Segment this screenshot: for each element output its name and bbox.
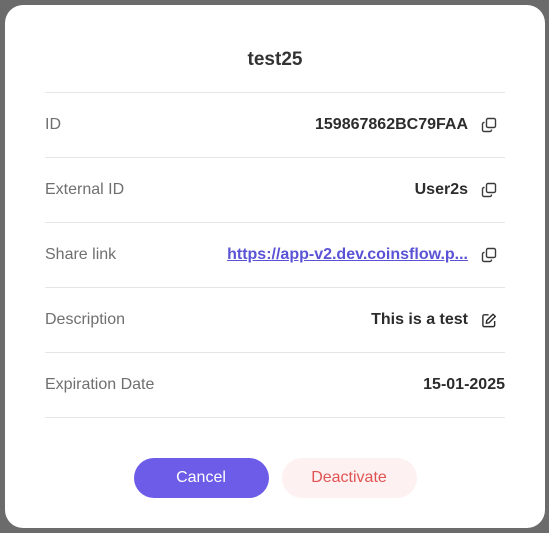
link-details-modal: test25 ID 159867862BC79FAA External ID U… <box>5 5 545 528</box>
external-id-label: External ID <box>45 181 125 198</box>
modal-actions: Cancel Deactivate <box>5 458 545 498</box>
external-id-value-wrap: User2s <box>415 181 505 199</box>
id-value-wrap: 159867862BC79FAA <box>315 116 505 134</box>
expiration-date-label: Expiration Date <box>45 376 155 393</box>
copy-icon[interactable] <box>481 247 497 263</box>
copy-icon[interactable] <box>481 182 497 198</box>
detail-row-description: Description This is a test <box>45 288 505 353</box>
detail-row-external-id: External ID User2s <box>45 158 505 223</box>
copy-icon[interactable] <box>481 117 497 133</box>
share-link-url[interactable]: https://app-v2.dev.coinsflow.p... <box>227 246 468 264</box>
details-list: ID 159867862BC79FAA External ID User2s S… <box>45 92 505 418</box>
deactivate-button[interactable]: Deactivate <box>281 458 417 498</box>
description-label: Description <box>45 311 126 328</box>
id-value: 159867862BC79FAA <box>315 116 468 133</box>
edit-icon[interactable] <box>481 312 497 328</box>
external-id-value: User2s <box>414 181 468 198</box>
modal-title: test25 <box>247 49 303 70</box>
description-value: This is a test <box>371 311 468 328</box>
detail-row-share-link: Share link https://app-v2.dev.coinsflow.… <box>45 223 505 288</box>
description-value-wrap: This is a test <box>371 311 505 329</box>
share-link-value-wrap: https://app-v2.dev.coinsflow.p... <box>227 246 505 264</box>
expiration-date-value-wrap: 15-01-2025 <box>423 376 505 394</box>
cancel-button[interactable]: Cancel <box>133 458 269 498</box>
share-link-label: Share link <box>45 246 117 263</box>
id-label: ID <box>45 116 61 133</box>
detail-row-expiration-date: Expiration Date 15-01-2025 <box>45 353 505 418</box>
expiration-date-value: 15-01-2025 <box>423 376 505 393</box>
detail-row-id: ID 159867862BC79FAA <box>45 93 505 158</box>
